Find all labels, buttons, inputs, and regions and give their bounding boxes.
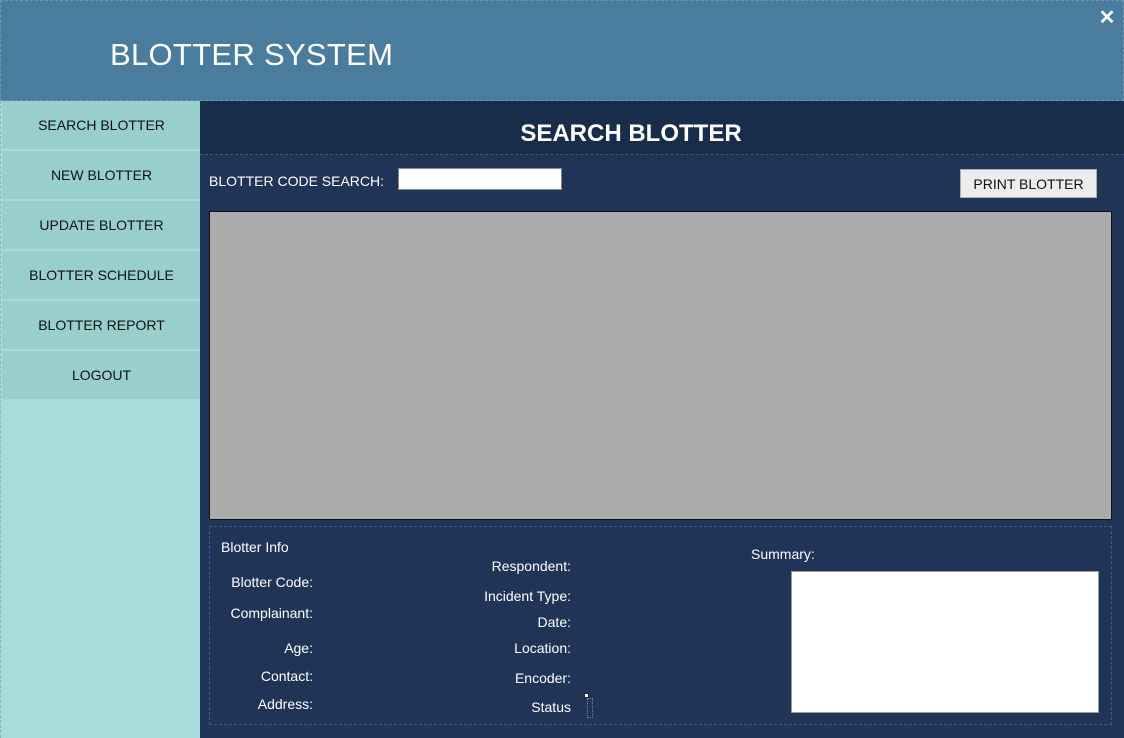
sidebar-item-new-blotter[interactable]: NEW BLOTTER <box>2 151 201 200</box>
blotter-code-label: Blotter Code: <box>231 574 313 590</box>
encoder-label: Encoder: <box>514 670 571 686</box>
results-grid[interactable] <box>209 211 1112 520</box>
section-header: SEARCH BLOTTER <box>200 101 1124 155</box>
title-bar: BLOTTER SYSTEM ✕ <box>0 0 1124 101</box>
sidebar-item-update-blotter[interactable]: UPDATE BLOTTER <box>2 201 201 250</box>
incident-type-label: Incident Type: <box>484 588 571 604</box>
status-field <box>587 698 593 718</box>
status-label: Status <box>531 699 571 715</box>
app-title: BLOTTER SYSTEM <box>110 37 394 72</box>
sidebar-item-search-blotter[interactable]: SEARCH BLOTTER <box>2 101 201 150</box>
address-label: Address: <box>257 696 313 712</box>
sidebar-item-blotter-schedule[interactable]: BLOTTER SCHEDULE <box>2 251 201 300</box>
respondent-label: Respondent: <box>491 558 571 574</box>
blotter-info-group: Blotter Info Blotter Code: Complainant: … <box>209 526 1112 725</box>
complainant-label: Complainant: <box>230 605 314 621</box>
sidebar-item-logout[interactable]: LOGOUT <box>2 351 201 400</box>
age-label: Age: <box>284 640 313 656</box>
blotter-code-search-input[interactable] <box>398 168 562 190</box>
blotter-info-title: Blotter Info <box>221 539 289 555</box>
search-label: BLOTTER CODE SEARCH: <box>209 173 385 189</box>
contact-label: Contact: <box>260 668 313 684</box>
sidebar-item-blotter-report[interactable]: BLOTTER REPORT <box>2 301 201 350</box>
print-blotter-button[interactable]: PRINT BLOTTER <box>960 169 1097 198</box>
date-label: Date: <box>537 614 571 630</box>
summary-textarea[interactable] <box>791 571 1099 713</box>
sidebar: SEARCH BLOTTER NEW BLOTTER UPDATE BLOTTE… <box>0 101 201 738</box>
location-label: Location: <box>514 640 571 656</box>
page-title: SEARCH BLOTTER <box>520 120 742 147</box>
close-icon[interactable]: ✕ <box>1098 5 1116 29</box>
main-panel: SEARCH BLOTTER BLOTTER CODE SEARCH: PRIN… <box>200 101 1124 738</box>
summary-label: Summary: <box>751 546 815 562</box>
